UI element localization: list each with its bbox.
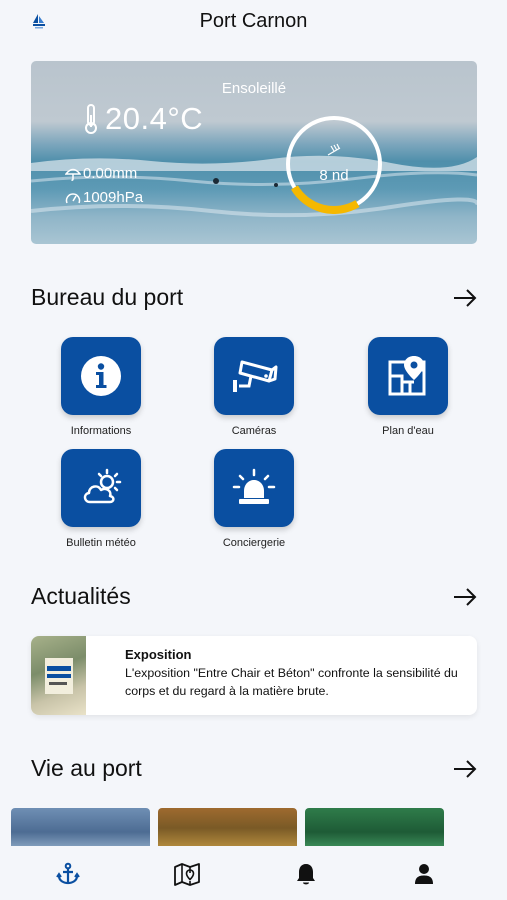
gauge-icon	[65, 192, 81, 203]
tile-conciergerie[interactable]: Conciergerie	[214, 449, 294, 549]
siren-icon	[232, 468, 276, 504]
news-thumbnail	[31, 636, 86, 715]
bulletin-meteo-button[interactable]	[61, 449, 141, 527]
tile-label: Bulletin météo	[66, 537, 136, 549]
news-item-text: L'exposition "Entre Chair et Béton" conf…	[125, 666, 458, 698]
rain-display: 0.00mm	[65, 165, 137, 182]
top-bar: Port Carnon	[0, 0, 507, 44]
nav-notifications[interactable]	[293, 861, 319, 887]
tile-cameras[interactable]: Caméras	[214, 337, 294, 437]
news-section-title: Actualités	[31, 583, 131, 609]
vie-photo[interactable]	[158, 808, 297, 848]
nav-map[interactable]	[174, 861, 200, 887]
umbrella-icon	[65, 168, 81, 181]
temperature-display: 20.4°C	[83, 101, 203, 137]
wind-direction-icon	[327, 143, 341, 156]
page-title: Port Carnon	[199, 10, 308, 32]
bureau-section-title: Bureau du port	[31, 284, 184, 310]
map-pin-icon	[388, 356, 426, 396]
arrow-right-icon[interactable]	[453, 759, 477, 779]
nav-home[interactable]	[55, 861, 81, 887]
nav-profile[interactable]	[411, 861, 437, 887]
arrow-right-icon[interactable]	[453, 288, 477, 308]
vie-photo[interactable]	[11, 808, 150, 848]
tile-bulletin-meteo[interactable]: Bulletin météo	[61, 449, 141, 549]
thermometer-icon	[85, 104, 97, 134]
vie-photo-strip	[0, 808, 507, 848]
plan-deau-button[interactable]	[368, 337, 448, 415]
user-icon	[415, 864, 433, 884]
tile-plan-deau[interactable]: Plan d'eau	[368, 337, 448, 437]
bell-icon	[297, 864, 315, 885]
informations-button[interactable]	[61, 337, 141, 415]
wind-gauge	[286, 116, 382, 214]
map-icon	[174, 863, 200, 886]
tile-informations[interactable]: Informations	[61, 337, 141, 437]
arrow-right-icon[interactable]	[453, 587, 477, 607]
bottom-nav	[0, 846, 507, 900]
pressure-value: 1009hPa	[83, 189, 144, 206]
tile-label: Conciergerie	[222, 537, 286, 549]
news-item-title: Exposition	[125, 647, 192, 662]
camera-icon	[233, 360, 278, 392]
weather-condition: Ensoleillé	[221, 80, 287, 97]
cameras-button[interactable]	[214, 337, 294, 415]
weather-card[interactable]: Ensoleillé 20.4°C 0.00mm 1009hPa 8 nd	[31, 61, 477, 244]
tile-label: Plan d'eau	[382, 425, 434, 437]
anchor-icon	[56, 862, 80, 885]
conciergerie-button[interactable]	[214, 449, 294, 527]
temperature-value: 20.4°C	[105, 101, 204, 136]
pressure-display: 1009hPa	[65, 189, 143, 206]
cloud-sun-icon	[83, 468, 122, 504]
rain-value: 0.00mm	[83, 165, 138, 182]
vie-section-title: Vie au port	[31, 755, 142, 781]
vie-photo[interactable]	[305, 808, 444, 848]
tile-label: Informations	[70, 425, 132, 437]
wind-value: 8 nd	[319, 167, 349, 184]
info-icon	[81, 356, 121, 396]
news-card[interactable]: Exposition L'exposition "Entre Chair et …	[31, 636, 477, 715]
tile-label: Caméras	[231, 425, 277, 437]
